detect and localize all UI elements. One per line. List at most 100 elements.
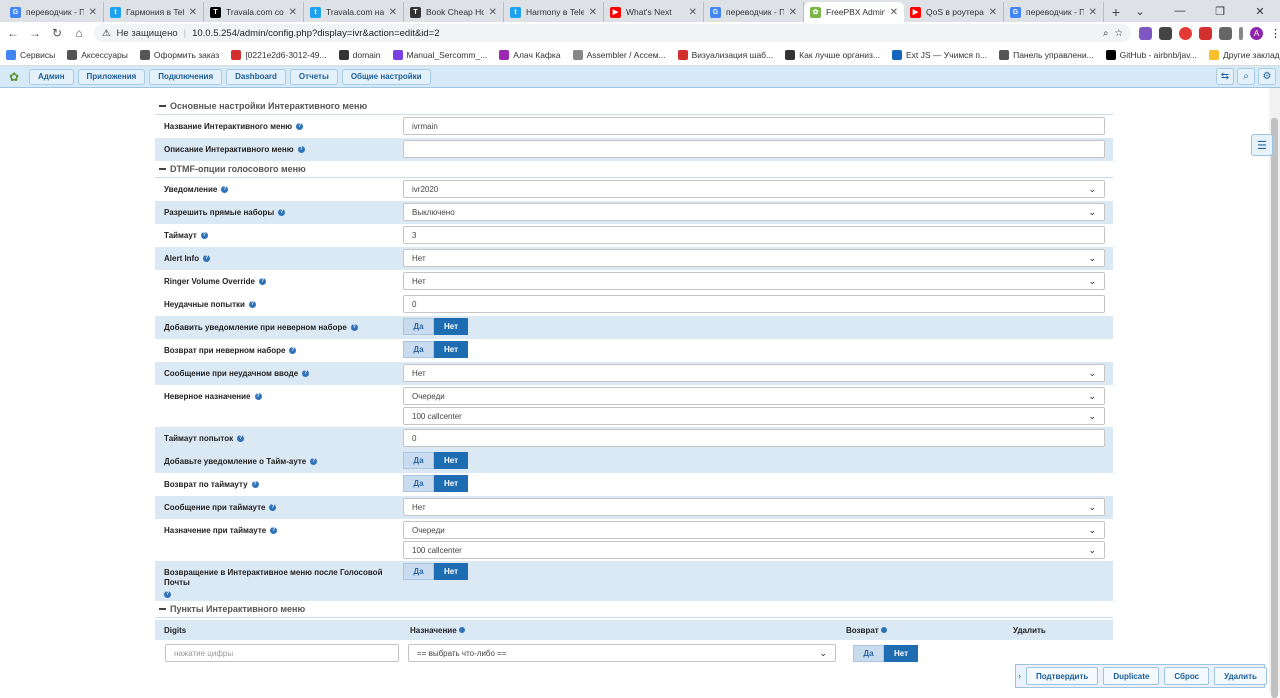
timeout-retries-input[interactable]: 0 <box>403 429 1105 447</box>
help-icon[interactable]: ? <box>270 527 278 535</box>
bookmark-item[interactable]: Assembler / Ассем... <box>572 49 666 60</box>
bookmark-item[interactable]: Аксессуары <box>67 49 128 60</box>
no-option[interactable]: Нет <box>434 318 468 335</box>
invalid-message-select[interactable]: Нет ⌄ <box>403 364 1105 382</box>
help-icon[interactable]: ? <box>200 232 208 240</box>
alert-info-select[interactable]: Нет ⌄ <box>403 249 1105 267</box>
help-icon[interactable]: ? <box>254 393 262 401</box>
browser-tab[interactable]: Gпереводчик - Пои ✕ <box>704 2 804 22</box>
help-icon[interactable]: ? <box>302 370 310 378</box>
invalid-dest-value-select[interactable]: 100 callcenter ⌄ <box>403 407 1105 425</box>
help-icon[interactable]: ? <box>289 347 297 355</box>
close-tab-icon[interactable]: ✕ <box>890 7 898 18</box>
help-icon[interactable]: ? <box>251 481 259 489</box>
browser-tab[interactable]: t Гармония в Telegr ✕ <box>104 2 204 22</box>
minimize-icon[interactable]: — <box>1160 0 1200 22</box>
help-icon[interactable]: ? <box>237 435 245 443</box>
close-window-icon[interactable]: ✕ <box>1240 0 1280 22</box>
forward-icon[interactable]: → <box>28 26 42 40</box>
browser-tab[interactable]: T Book Cheap Hotel ✕ <box>404 2 504 22</box>
close-tab-icon[interactable]: ✕ <box>689 7 697 18</box>
close-tab-icon[interactable]: ✕ <box>389 7 397 18</box>
menu-item[interactable]: Dashboard <box>226 68 286 85</box>
yes-option[interactable]: Да <box>853 644 884 662</box>
reset-button[interactable]: Сброс <box>1164 667 1210 685</box>
entry-destination-select[interactable]: == выбрать что-либо == ⌄ <box>408 644 836 662</box>
bookmark-item[interactable]: [0221e2d6-3012-49... <box>231 49 327 60</box>
scrollbar-thumb[interactable] <box>1271 118 1278 698</box>
announcement-select[interactable]: ivr2020 ⌄ <box>403 180 1105 198</box>
close-tab-icon[interactable]: ✕ <box>189 7 197 18</box>
digits-input[interactable]: нажатие цифры <box>165 644 399 662</box>
help-icon[interactable]: ? <box>297 146 305 154</box>
no-option[interactable]: Нет <box>434 341 468 358</box>
help-icon[interactable]: ? <box>248 301 256 309</box>
yes-option[interactable]: Да <box>403 318 434 335</box>
url-bar[interactable]: ⚠ Не защищено | 10.0.5.254/admin/config.… <box>94 24 1131 42</box>
section-dtmf-header[interactable]: DTMF-опции голосового меню <box>155 161 1113 178</box>
search-icon[interactable]: ⌕ <box>1237 68 1255 85</box>
yes-option[interactable]: Да <box>403 452 434 469</box>
direct-dial-select[interactable]: Выключено ⌄ <box>403 203 1105 221</box>
delete-button[interactable]: Удалить <box>1214 667 1267 685</box>
close-tab-icon[interactable]: ✕ <box>89 7 97 18</box>
timeout-input[interactable]: 3 <box>403 226 1105 244</box>
browser-tab[interactable]: t Harmony в Telegr ✕ <box>504 2 604 22</box>
page-scrollbar[interactable] <box>1269 88 1280 698</box>
help-icon[interactable] <box>880 626 887 633</box>
bookmark-item[interactable]: Сервисы <box>6 49 55 60</box>
timeout-dest-type-select[interactable]: Очереди ⌄ <box>403 521 1105 539</box>
close-tab-icon[interactable]: ✕ <box>489 7 497 18</box>
tab-search-icon[interactable]: ⌄ <box>1120 0 1160 22</box>
help-icon[interactable]: ? <box>259 278 266 286</box>
more-menu-icon[interactable]: ⋮ <box>1270 27 1280 40</box>
duplicate-button[interactable]: Duplicate <box>1103 667 1160 685</box>
ivr-name-input[interactable]: ivrmain <box>403 117 1105 135</box>
help-icon[interactable]: ? <box>221 186 229 194</box>
language-icon[interactable]: ⇆ <box>1216 68 1234 85</box>
bookmark-star-icon[interactable]: ☆ <box>1114 28 1123 39</box>
menu-item[interactable]: Подключения <box>149 68 223 85</box>
close-tab-icon[interactable]: ✕ <box>1089 7 1097 18</box>
no-option[interactable]: Нет <box>434 452 468 469</box>
close-tab-icon[interactable]: ✕ <box>989 7 997 18</box>
bookmark-item[interactable]: Оформить заказ <box>139 49 219 60</box>
help-icon[interactable]: ? <box>296 123 304 131</box>
menu-item[interactable]: Общие настройки <box>341 68 431 85</box>
close-tab-icon[interactable]: ✕ <box>589 7 597 18</box>
no-option[interactable]: Нет <box>434 475 468 492</box>
help-icon[interactable]: ? <box>269 504 277 512</box>
browser-tab[interactable]: t Travala.com на ✕ <box>304 2 404 22</box>
bookmark-item[interactable]: GitHub - airbnb/jav... <box>1105 49 1197 60</box>
browser-tab[interactable]: ▶ What's Next ✕ <box>604 2 704 22</box>
yes-option[interactable]: Да <box>403 475 434 492</box>
ivr-description-input[interactable] <box>403 140 1105 158</box>
yes-option[interactable]: Да <box>403 563 434 580</box>
bookmark-item[interactable]: Как лучше организ... <box>785 49 880 60</box>
close-tab-icon[interactable]: ✕ <box>289 7 297 18</box>
section-general-header[interactable]: Основные настройки Интерактивного меню <box>155 98 1113 115</box>
help-icon[interactable]: ? <box>164 591 171 598</box>
invalid-retries-input[interactable]: 0 <box>403 295 1105 313</box>
help-icon[interactable]: ? <box>278 209 286 217</box>
ringer-volume-select[interactable]: Нет ⌄ <box>403 272 1105 290</box>
timeout-dest-value-select[interactable]: 100 callcenter ⌄ <box>403 541 1105 559</box>
close-tab-icon[interactable]: ✕ <box>789 7 797 18</box>
side-list-icon[interactable]: ☰ <box>1251 134 1273 156</box>
browser-tab[interactable]: ✿ FreePBX Admin ✕ <box>804 2 904 22</box>
menu-item[interactable]: Админ <box>29 68 74 85</box>
help-icon[interactable]: ? <box>203 255 211 263</box>
bookmark-item[interactable]: Визуализация шаб... <box>677 49 773 60</box>
help-icon[interactable]: ? <box>310 458 318 466</box>
browser-tab[interactable]: Gпереводчик - Пои ✕ <box>1004 2 1104 22</box>
back-icon[interactable]: ← <box>6 26 20 40</box>
gear-icon[interactable]: ⚙ <box>1258 68 1276 85</box>
bookmark-item[interactable]: Другие закладки <box>1208 49 1280 60</box>
section-entries-header[interactable]: Пункты Интерактивного меню <box>155 601 1113 618</box>
bookmark-item[interactable]: Manual_Sercomm_... <box>392 49 487 60</box>
yes-option[interactable]: Да <box>403 341 434 358</box>
menu-item[interactable]: Отчеты <box>289 68 338 85</box>
profile-avatar[interactable]: A <box>1250 26 1263 40</box>
browser-tab[interactable]: ▶ QoS в роутерах ✕ <box>904 2 1004 22</box>
bookmark-item[interactable]: Панель управлени... <box>999 49 1094 60</box>
